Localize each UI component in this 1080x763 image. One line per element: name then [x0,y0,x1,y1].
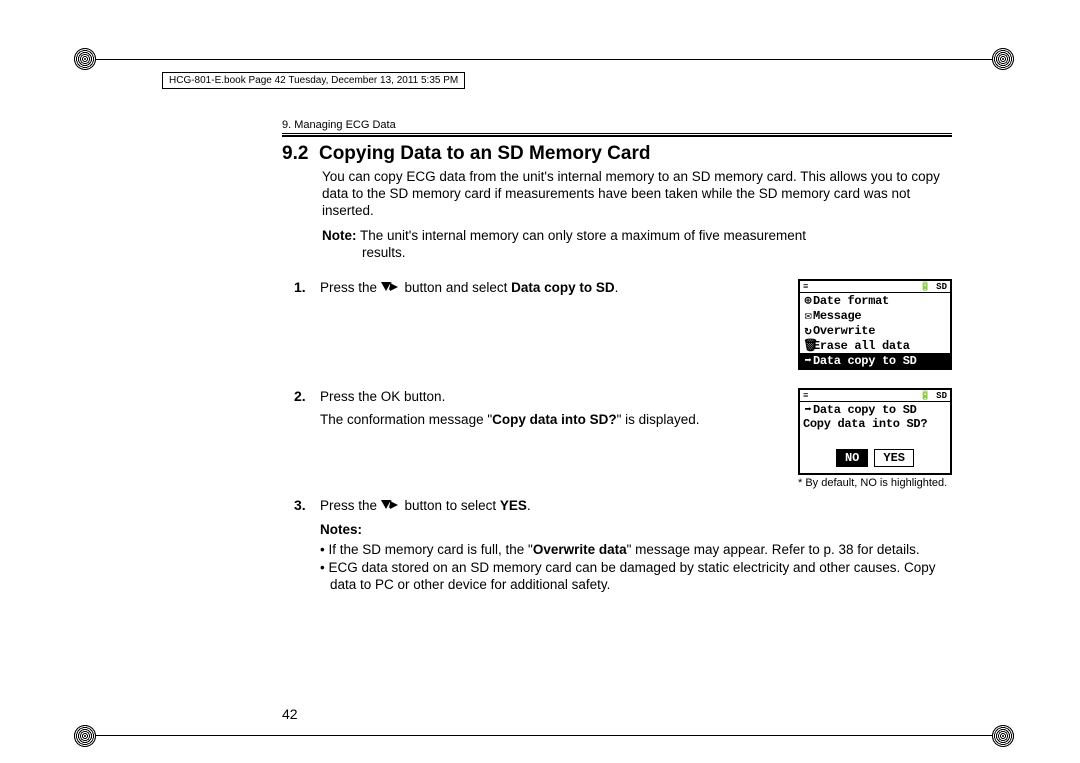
section-number: 9.2 [282,143,308,164]
step-text: Press the OK button. The conformation me… [320,388,780,428]
lcd-menu-screenshot: ≡🔋 SD ⊕Date format ✉Message ↻Overwrite 🗑… [798,279,952,370]
copy-icon: ➡ [803,353,813,368]
lcd-caption: * By default, NO is highlighted. [798,477,948,490]
crop-line [96,735,992,736]
chapter-running-header: 9. Managing ECG Data [282,119,982,131]
step-text: Press the / button and select Data copy … [320,279,780,297]
lcd-no-button: NO [836,449,868,467]
notes-list: If the SD memory card is full, the "Over… [320,541,952,594]
crop-mark-icon [992,48,1014,70]
crop-mark-icon [74,725,96,747]
step-text: Press the / button to select YES. Notes:… [320,497,952,594]
page-number: 42 [282,706,298,722]
lcd-yes-button: YES [874,449,914,467]
intro-paragraph: You can copy ECG data from the unit's in… [322,169,952,220]
note-text: The unit's internal memory can only stor… [360,228,806,243]
message-icon: ✉ [803,308,813,323]
nav-down-right-icon: / [381,282,401,294]
crop-mark-icon [992,725,1014,747]
note-label: Note: [322,228,357,243]
note-bullet: ECG data stored on an SD memory card can… [320,559,952,594]
step-number: 3. [294,497,320,513]
step-2: 2. Press the OK button. The conformation… [294,388,952,490]
section-title: Copying Data to an SD Memory Card [319,143,651,164]
crop-mark-icon [74,48,96,70]
notes-heading: Notes: [320,521,952,539]
crop-line [96,59,992,60]
step-number: 1. [294,279,320,295]
note-text-line2: results. [362,245,952,262]
nav-down-right-icon: / [381,500,401,512]
step-1: 1. Press the / button and select Data co… [294,279,952,370]
overwrite-icon: ↻ [803,323,813,338]
book-metadata-line: HCG-801-E.book Page 42 Tuesday, December… [162,72,465,89]
lcd-confirm-screenshot: ≡🔋 SD ➡Data copy to SD Copy data into SD… [798,388,952,475]
trash-icon: 🗑 [803,338,813,353]
page-content: HCG-801-E.book Page 42 Tuesday, December… [112,70,982,594]
note-block: Note: The unit's internal memory can onl… [322,228,952,262]
clock-icon: ⊕ [803,293,813,308]
note-bullet: If the SD memory card is full, the "Over… [320,541,952,559]
step-number: 2. [294,388,320,404]
section-heading: 9.2 Copying Data to an SD Memory Card [282,143,982,165]
copy-icon: ➡ [803,402,813,417]
section-rule [282,133,952,137]
step-3: 3. Press the / button to select YES. Not… [294,497,952,594]
